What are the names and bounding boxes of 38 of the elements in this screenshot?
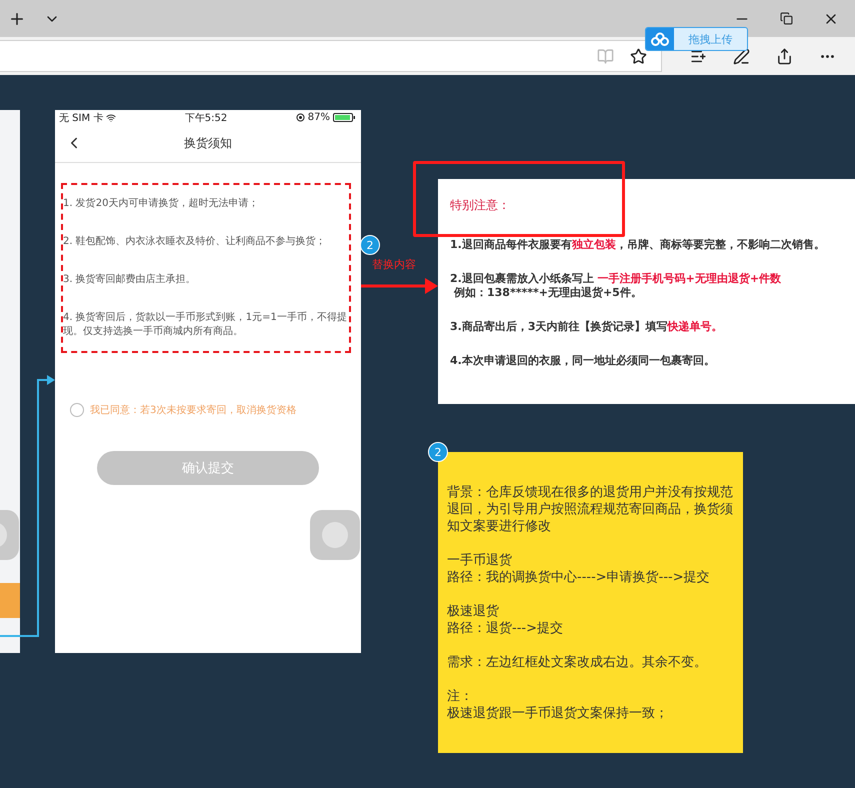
note-text: 路径：我的调换货中心---->申请换货--->提交	[447, 569, 711, 586]
address-field[interactable]	[0, 40, 662, 72]
battery-icon	[333, 113, 357, 122]
wifi-icon	[106, 112, 116, 122]
rule-text: 2. 鞋包配饰、内衣泳衣睡衣及特价、让利商品不参与换货；	[63, 235, 327, 249]
notice-title: 特别注意：	[450, 197, 511, 214]
pen-icon[interactable]	[733, 48, 750, 64]
restore-icon[interactable]	[780, 12, 793, 25]
notice-item: 1.退回商品每件衣服要有独立包装，吊牌、商标等要完整，不影响二次销售。	[450, 238, 826, 252]
carrier-text: 无 SIM 卡	[59, 112, 104, 124]
note-text: 需求：左边红框处文案改成右边。其余不变。	[447, 654, 708, 671]
upload-badge[interactable]: 拖拽上传	[645, 27, 748, 51]
rule-text: 4. 换货寄回后，货款以一手币形式到账，1元=1一手币，不得提现。仅支持选换一手币商城内所有商品。	[63, 311, 348, 339]
note-text: 一手币退货	[447, 552, 513, 569]
battery-percent: 87%	[308, 112, 330, 123]
share-icon[interactable]	[776, 48, 793, 64]
annotation-label: 替换内容	[372, 257, 416, 272]
notice-item: 4.本次申请退回的衣服，同一地址必须同一包裹寄回。	[450, 354, 716, 368]
step-badge: 2	[428, 442, 448, 462]
step-badge: 2	[360, 235, 380, 255]
notice-item: 3.商品寄出后，3天内前往【换货记录】填写快递单号。	[450, 320, 724, 334]
page-title: 换货须知	[184, 135, 232, 152]
rule-text: 3. 换货寄回邮费由店主承担。	[63, 273, 197, 287]
notice-example: 例如：138*****+无理由退货+5件。	[452, 286, 643, 300]
star-icon[interactable]	[630, 48, 647, 64]
cloud-icon	[651, 32, 669, 46]
note-text: 极速退货跟一手币退货文案保持一致；	[447, 705, 669, 722]
rule-text: 1. 发货20天内可申请换货，超时无法申请；	[63, 197, 260, 211]
note-text: 极速退货	[447, 603, 500, 620]
notice-item: 2.退回包裹需放入小纸条写上 一手注册手机号码+无理由退货+件数	[450, 272, 782, 286]
agree-label: 我已同意：若3次未按要求寄回，取消换货资格	[90, 404, 296, 417]
agree-radio[interactable]	[70, 403, 84, 417]
arrow-icon	[361, 277, 439, 295]
time-text: 下午5:52	[184, 112, 228, 124]
note-text: 注：	[447, 688, 474, 705]
note-text: 路径：退货--->提交	[447, 620, 564, 637]
note-text: 背景：仓库反馈现在很多的退货用户并没有按规范退回，为引导用户按照流程规范寄回商品，换货须知文案要进行修改	[447, 484, 733, 535]
lock-rotation-icon	[296, 113, 305, 122]
